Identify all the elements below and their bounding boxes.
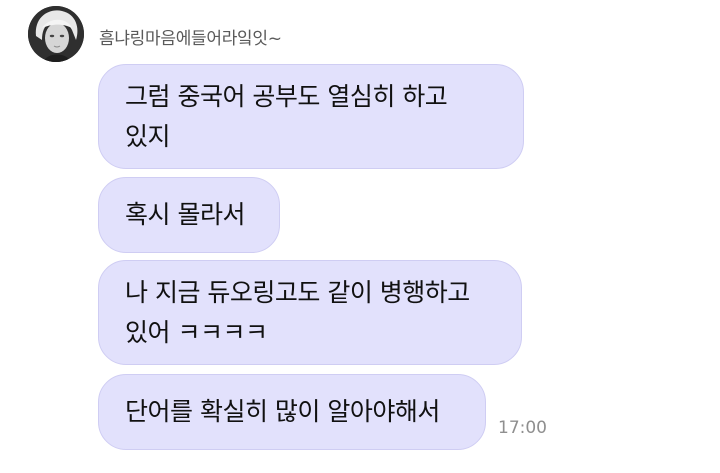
sender-name: 흠냐링마음에들어라잌잇~ (99, 29, 282, 49)
message-text-line: 있어 ㅋㅋㅋㅋ (125, 318, 268, 347)
message-text-line: 그럼 중국어 공부도 열심히 하고 (125, 82, 448, 111)
message-text-line: 나 지금 듀오링고도 같이 병행하고 (125, 278, 470, 307)
message-text-line: 단어를 확실히 많이 알아야해서 (125, 397, 440, 426)
message-timestamp: 17:00 (498, 418, 547, 438)
message-bubble[interactable]: 혹시 몰라서 (98, 177, 280, 253)
message-text-line: 혹시 몰라서 (125, 200, 245, 229)
message-bubble[interactable]: 그럼 중국어 공부도 열심히 하고 있지 (98, 64, 524, 169)
message-text-line: 있지 (125, 122, 171, 151)
sender-avatar[interactable] (28, 6, 84, 62)
profile-photo-icon (28, 6, 84, 62)
message-bubble[interactable]: 단어를 확실히 많이 알아야해서 (98, 374, 486, 450)
message-bubble[interactable]: 나 지금 듀오링고도 같이 병행하고 있어 ㅋㅋㅋㅋ (98, 260, 522, 365)
